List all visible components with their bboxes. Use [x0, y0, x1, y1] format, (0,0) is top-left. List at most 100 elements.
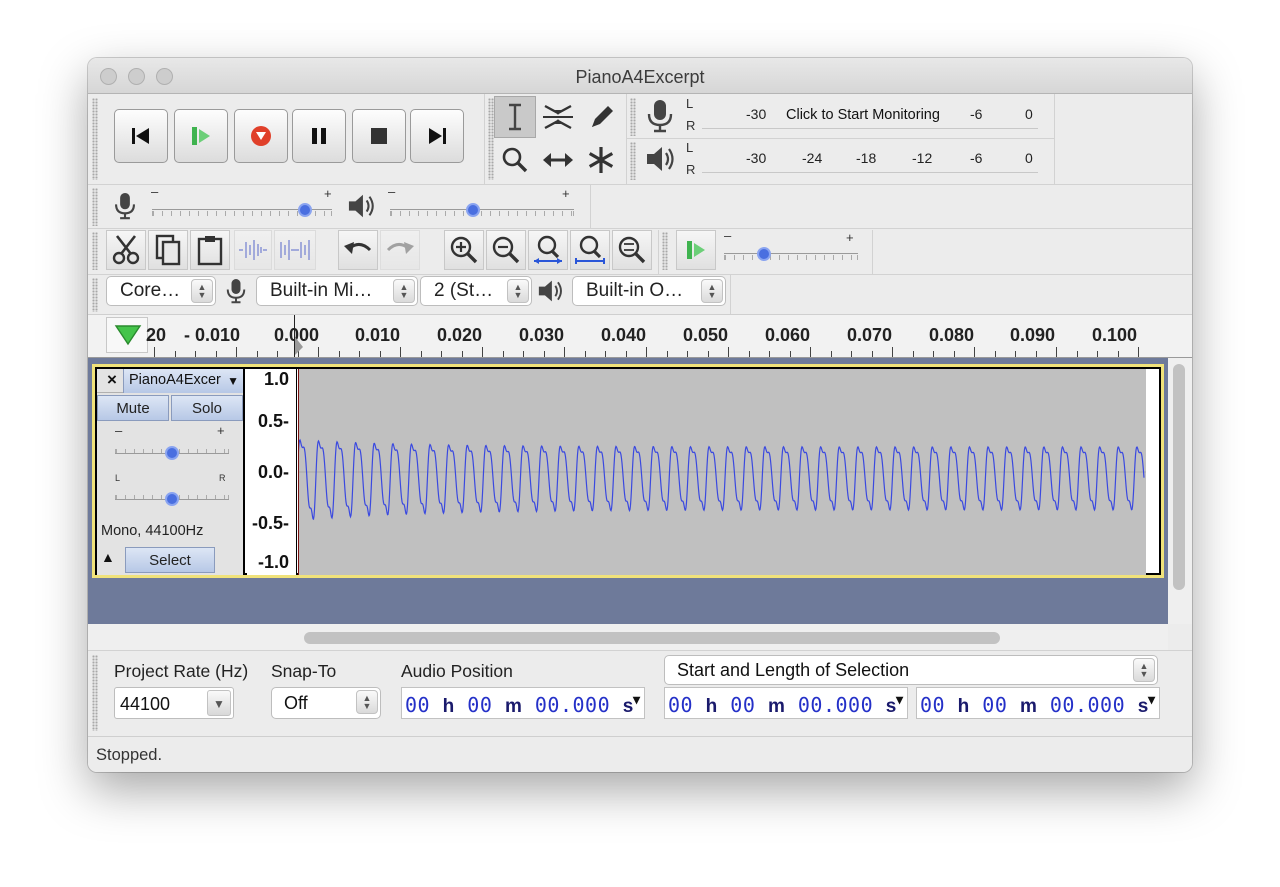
- pan-slider[interactable]: [115, 492, 229, 509]
- selection-length-time[interactable]: 00 h 00 m 00.000 s ▼: [916, 687, 1160, 719]
- slider-thumb[interactable]: [465, 203, 480, 217]
- draw-tool-button[interactable]: [580, 96, 622, 138]
- copy-button[interactable]: [148, 230, 188, 270]
- chevron-down-icon[interactable]: ▼: [896, 693, 904, 708]
- record-meter-left-label: L: [686, 96, 694, 111]
- audio-host-select[interactable]: Core… ▲ ▼: [106, 276, 216, 306]
- recording-channels-value: 2 (St…: [434, 280, 494, 301]
- skip-to-end-button[interactable]: [410, 109, 464, 163]
- updown-arrows-icon: ▲ ▼: [507, 279, 529, 303]
- trim-audio-button[interactable]: [234, 230, 272, 270]
- time-shift-tool-button[interactable]: [537, 139, 579, 181]
- project-rate-value: 44100: [120, 694, 171, 714]
- magnifier-icon: [502, 147, 528, 173]
- silence-audio-button[interactable]: [274, 230, 316, 270]
- clipboard-icon: [197, 236, 223, 266]
- track-name: PianoA4Excer: [129, 372, 221, 388]
- select-track-button[interactable]: Select: [125, 547, 215, 573]
- zoom-out-button[interactable]: [486, 230, 526, 270]
- ruler-label: 0.090: [1010, 325, 1056, 345]
- recording-volume-icon: [112, 190, 138, 227]
- redo-button[interactable]: [380, 230, 420, 270]
- playback-device-select[interactable]: Built-in O… ▲ ▼: [572, 276, 726, 306]
- collapse-track-button[interactable]: ▲: [101, 549, 123, 573]
- playback-meter-button[interactable]: [644, 144, 678, 179]
- track-menu-button[interactable]: PianoA4Excer ▼: [123, 369, 243, 393]
- play-icon: [687, 241, 705, 259]
- pan-right-label: R: [219, 473, 226, 483]
- transport-toolbar-grip[interactable]: [92, 98, 98, 180]
- vertical-scrollbar[interactable]: [1168, 358, 1192, 624]
- fit-project-button[interactable]: [570, 230, 610, 270]
- ruler-label: 0.050: [683, 325, 729, 345]
- playback-meter-left-label: L: [686, 140, 694, 155]
- undo-button[interactable]: [338, 230, 378, 270]
- ruler-label: 0.080: [929, 325, 975, 345]
- zoom-toggle-icon: [618, 236, 646, 264]
- record-meter-grip[interactable]: [630, 98, 636, 136]
- device-toolbar-grip[interactable]: [92, 278, 98, 312]
- start-monitoring-prompt[interactable]: Click to Start Monitoring: [782, 107, 944, 123]
- skip-to-start-button[interactable]: [114, 109, 168, 163]
- recording-device-select[interactable]: Built-in Mi… ▲ ▼: [256, 276, 418, 306]
- multi-tool-button[interactable]: [580, 139, 622, 181]
- record-meter-scale-label: -30: [746, 106, 767, 122]
- horizontal-scrollbar[interactable]: [88, 624, 1168, 650]
- chevron-down-icon[interactable]: ▼: [207, 690, 231, 716]
- pause-button[interactable]: [292, 109, 346, 163]
- gain-slider[interactable]: [115, 446, 229, 463]
- zoom-selection-icon: [534, 235, 562, 264]
- slider-thumb[interactable]: [298, 203, 312, 217]
- paste-button[interactable]: [190, 230, 230, 270]
- recording-channels-select[interactable]: 2 (St… ▲ ▼: [420, 276, 532, 306]
- audio-position-time[interactable]: 00 h 00 m 00.000 s ▼: [401, 687, 645, 719]
- timeline-ruler[interactable]: 20 - 0.010 0.000 0.010 0.020 0.030 0.040…: [88, 314, 1192, 358]
- waveform-area[interactable]: [298, 369, 1146, 575]
- play-at-speed-button[interactable]: [676, 230, 716, 270]
- play-head-marker[interactable]: [294, 337, 304, 360]
- audacity-window: PianoA4Excerpt L R -30 Click to Start Mo…: [88, 58, 1192, 772]
- mute-button[interactable]: Mute: [97, 395, 169, 421]
- solo-button[interactable]: Solo: [171, 395, 243, 421]
- zoom-tool-button[interactable]: [494, 139, 536, 181]
- project-rate-combo[interactable]: 44100 ▼: [114, 687, 234, 719]
- cut-button[interactable]: [106, 230, 146, 270]
- record-meter-button[interactable]: [644, 98, 676, 139]
- record-button[interactable]: [234, 109, 288, 163]
- play-at-speed-grip[interactable]: [662, 232, 668, 270]
- window-title: PianoA4Excerpt: [575, 67, 705, 87]
- track-info: Mono, 44100Hz: [101, 523, 204, 539]
- slider-thumb[interactable]: [165, 446, 179, 460]
- vertical-ruler[interactable]: 1.0 0.5- 0.0- -0.5- -1.0: [247, 369, 297, 575]
- updown-arrows-icon: ▲ ▼: [191, 279, 213, 303]
- edit-toolbar-grip[interactable]: [92, 232, 98, 270]
- horizontal-scroll-thumb[interactable]: [304, 632, 1000, 644]
- selection-mode-select[interactable]: Start and Length of Selection ▲ ▼: [664, 655, 1158, 685]
- stop-button[interactable]: [352, 109, 406, 163]
- timeline-options-button[interactable]: [106, 317, 148, 353]
- play-button[interactable]: [174, 109, 228, 163]
- selection-mode-value: Start and Length of Selection: [677, 660, 910, 680]
- playback-meter-grip[interactable]: [630, 142, 636, 180]
- selection-toolbar-grip[interactable]: [92, 655, 98, 731]
- snap-to-select[interactable]: Off ▲ ▼: [271, 687, 381, 719]
- zoom-in-button[interactable]: [444, 230, 484, 270]
- ruler-label: - 0.010: [184, 325, 241, 345]
- vertical-scroll-thumb[interactable]: [1173, 364, 1185, 590]
- selection-start-time[interactable]: 00 h 00 m 00.000 s ▼: [664, 687, 908, 719]
- envelope-tool-button[interactable]: [537, 96, 579, 138]
- fit-selection-button[interactable]: [528, 230, 568, 270]
- undo-icon: [344, 242, 372, 254]
- slider-min-label: –: [724, 228, 732, 243]
- chevron-down-icon[interactable]: ▼: [633, 693, 641, 708]
- selection-tool-button[interactable]: [494, 96, 536, 138]
- mixer-toolbar-grip[interactable]: [92, 188, 98, 226]
- slider-thumb[interactable]: [165, 492, 179, 506]
- close-track-button[interactable]: ×: [102, 370, 122, 392]
- chevron-down-icon[interactable]: ▼: [1148, 693, 1156, 708]
- playback-speed-slider[interactable]: [724, 247, 858, 270]
- zoom-toggle-button[interactable]: [612, 230, 652, 270]
- playback-volume-slider[interactable]: [390, 203, 574, 226]
- zoom-in-icon: [450, 236, 478, 264]
- recording-volume-slider[interactable]: [152, 203, 332, 226]
